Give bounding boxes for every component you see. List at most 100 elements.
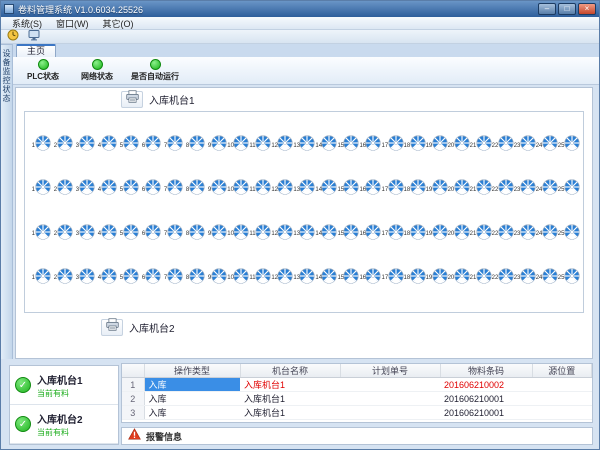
reel-slot[interactable]: 4 (95, 135, 116, 156)
collapsed-panel-tab[interactable]: 设备监控状态 (1, 44, 13, 359)
status-network[interactable]: 网络状态 (77, 59, 117, 82)
reel-slot[interactable]: 24 (536, 268, 557, 289)
reel-slot[interactable]: 24 (536, 179, 557, 200)
reel-slot[interactable]: 9 (205, 179, 226, 200)
reel-slot[interactable]: 23 (514, 224, 535, 245)
machine1-status-card[interactable]: ✓ 入库机台1 当前有料 (10, 366, 118, 405)
reel-slot[interactable]: 13 (293, 268, 314, 289)
reel-slot[interactable]: 17 (382, 135, 403, 156)
reel-slot[interactable]: 17 (382, 268, 403, 289)
reel-slot[interactable]: 19 (426, 224, 447, 245)
reel-slot[interactable]: 17 (382, 179, 403, 200)
alarm-bar[interactable]: 报警信息 (121, 427, 593, 445)
machine1-print-button[interactable] (121, 91, 143, 108)
reel-slot[interactable]: 21 (470, 224, 491, 245)
minimize-button[interactable]: – (538, 3, 556, 15)
reel-slot[interactable]: 22 (492, 179, 513, 200)
column-header[interactable]: 物料条码 (440, 364, 532, 378)
reel-slot[interactable]: 23 (514, 135, 535, 156)
table-row[interactable]: 1入库入库机台1201606210002 (122, 378, 592, 392)
reel-slot[interactable]: 13 (293, 179, 314, 200)
reel-slot[interactable]: 22 (492, 224, 513, 245)
reel-slot[interactable]: 7 (161, 135, 182, 156)
close-button[interactable]: × (578, 3, 596, 15)
reel-slot[interactable]: 16 (359, 268, 380, 289)
reel-slot[interactable]: 9 (205, 268, 226, 289)
reel-slot[interactable]: 24 (536, 224, 557, 245)
reel-slot[interactable]: 12 (271, 135, 292, 156)
reel-slot[interactable]: 3 (73, 224, 94, 245)
reel-slot[interactable]: 5 (117, 135, 138, 156)
reel-slot[interactable]: 21 (470, 135, 491, 156)
reel-slot[interactable]: 20 (448, 224, 469, 245)
machine2-status-card[interactable]: ✓ 入库机台2 当前有料 (10, 405, 118, 444)
reel-slot[interactable]: 7 (161, 224, 182, 245)
reel-slot[interactable]: 3 (73, 268, 94, 289)
reel-slot[interactable]: 18 (404, 179, 425, 200)
reel-slot[interactable]: 7 (161, 268, 182, 289)
reel-slot[interactable]: 2 (51, 268, 72, 289)
reel-slot[interactable]: 19 (426, 268, 447, 289)
reel-slot[interactable]: 9 (205, 224, 226, 245)
reel-slot[interactable]: 23 (514, 179, 535, 200)
reel-slot[interactable]: 2 (51, 179, 72, 200)
reel-slot[interactable]: 24 (536, 135, 557, 156)
reel-slot[interactable]: 10 (227, 224, 248, 245)
reel-slot[interactable]: 13 (293, 135, 314, 156)
reel-slot[interactable]: 8 (183, 135, 204, 156)
column-header[interactable]: 计划单号 (340, 364, 440, 378)
reel-slot[interactable]: 23 (514, 268, 535, 289)
reel-slot[interactable]: 25 (558, 224, 579, 245)
reel-slot[interactable]: 22 (492, 268, 513, 289)
reel-slot[interactable]: 18 (404, 268, 425, 289)
reel-slot[interactable]: 18 (404, 135, 425, 156)
reel-slot[interactable]: 12 (271, 179, 292, 200)
reel-slot[interactable]: 19 (426, 135, 447, 156)
reel-slot[interactable]: 6 (139, 135, 160, 156)
reel-slot[interactable]: 9 (205, 135, 226, 156)
column-header[interactable]: 源位置 (532, 364, 592, 378)
reel-slot[interactable]: 12 (271, 268, 292, 289)
reel-slot[interactable]: 25 (558, 135, 579, 156)
reel-slot[interactable]: 8 (183, 179, 204, 200)
reel-slot[interactable]: 14 (315, 179, 336, 200)
reel-slot[interactable]: 2 (51, 224, 72, 245)
reel-slot[interactable]: 2 (51, 135, 72, 156)
reel-slot[interactable]: 6 (139, 179, 160, 200)
reel-slot[interactable]: 4 (95, 179, 116, 200)
reel-slot[interactable]: 15 (337, 224, 358, 245)
status-plc[interactable]: PLC状态 (23, 59, 63, 82)
reel-slot[interactable]: 25 (558, 179, 579, 200)
reel-slot[interactable]: 11 (249, 268, 270, 289)
column-header[interactable]: 机台名称 (240, 364, 340, 378)
reel-slot[interactable]: 25 (558, 268, 579, 289)
reel-slot[interactable]: 21 (470, 268, 491, 289)
reel-slot[interactable]: 14 (315, 268, 336, 289)
reel-slot[interactable]: 4 (95, 224, 116, 245)
reel-slot[interactable]: 1 (29, 268, 50, 289)
reel-slot[interactable]: 5 (117, 179, 138, 200)
reel-slot[interactable]: 19 (426, 179, 447, 200)
reel-slot[interactable]: 8 (183, 224, 204, 245)
reel-slot[interactable]: 13 (293, 224, 314, 245)
menu-window[interactable]: 窗口(W) (49, 17, 96, 30)
reel-slot[interactable]: 1 (29, 179, 50, 200)
reel-slot[interactable]: 6 (139, 268, 160, 289)
reel-slot[interactable]: 14 (315, 135, 336, 156)
reel-slot[interactable]: 3 (73, 179, 94, 200)
tab-home[interactable]: 主页 (16, 44, 56, 57)
reel-slot[interactable]: 17 (382, 224, 403, 245)
maximize-button[interactable]: □ (558, 3, 576, 15)
reel-slot[interactable]: 11 (249, 179, 270, 200)
reel-slot[interactable]: 4 (95, 268, 116, 289)
reel-slot[interactable]: 21 (470, 179, 491, 200)
reel-slot[interactable]: 12 (271, 224, 292, 245)
reel-slot[interactable]: 11 (249, 135, 270, 156)
reel-slot[interactable]: 5 (117, 268, 138, 289)
table-row[interactable]: 3入库入库机台1201606210001 (122, 406, 592, 420)
reel-slot[interactable]: 5 (117, 224, 138, 245)
reel-slot[interactable]: 20 (448, 179, 469, 200)
column-header[interactable]: 操作类型 (144, 364, 240, 378)
reel-slot[interactable]: 1 (29, 224, 50, 245)
reel-slot[interactable]: 20 (448, 135, 469, 156)
